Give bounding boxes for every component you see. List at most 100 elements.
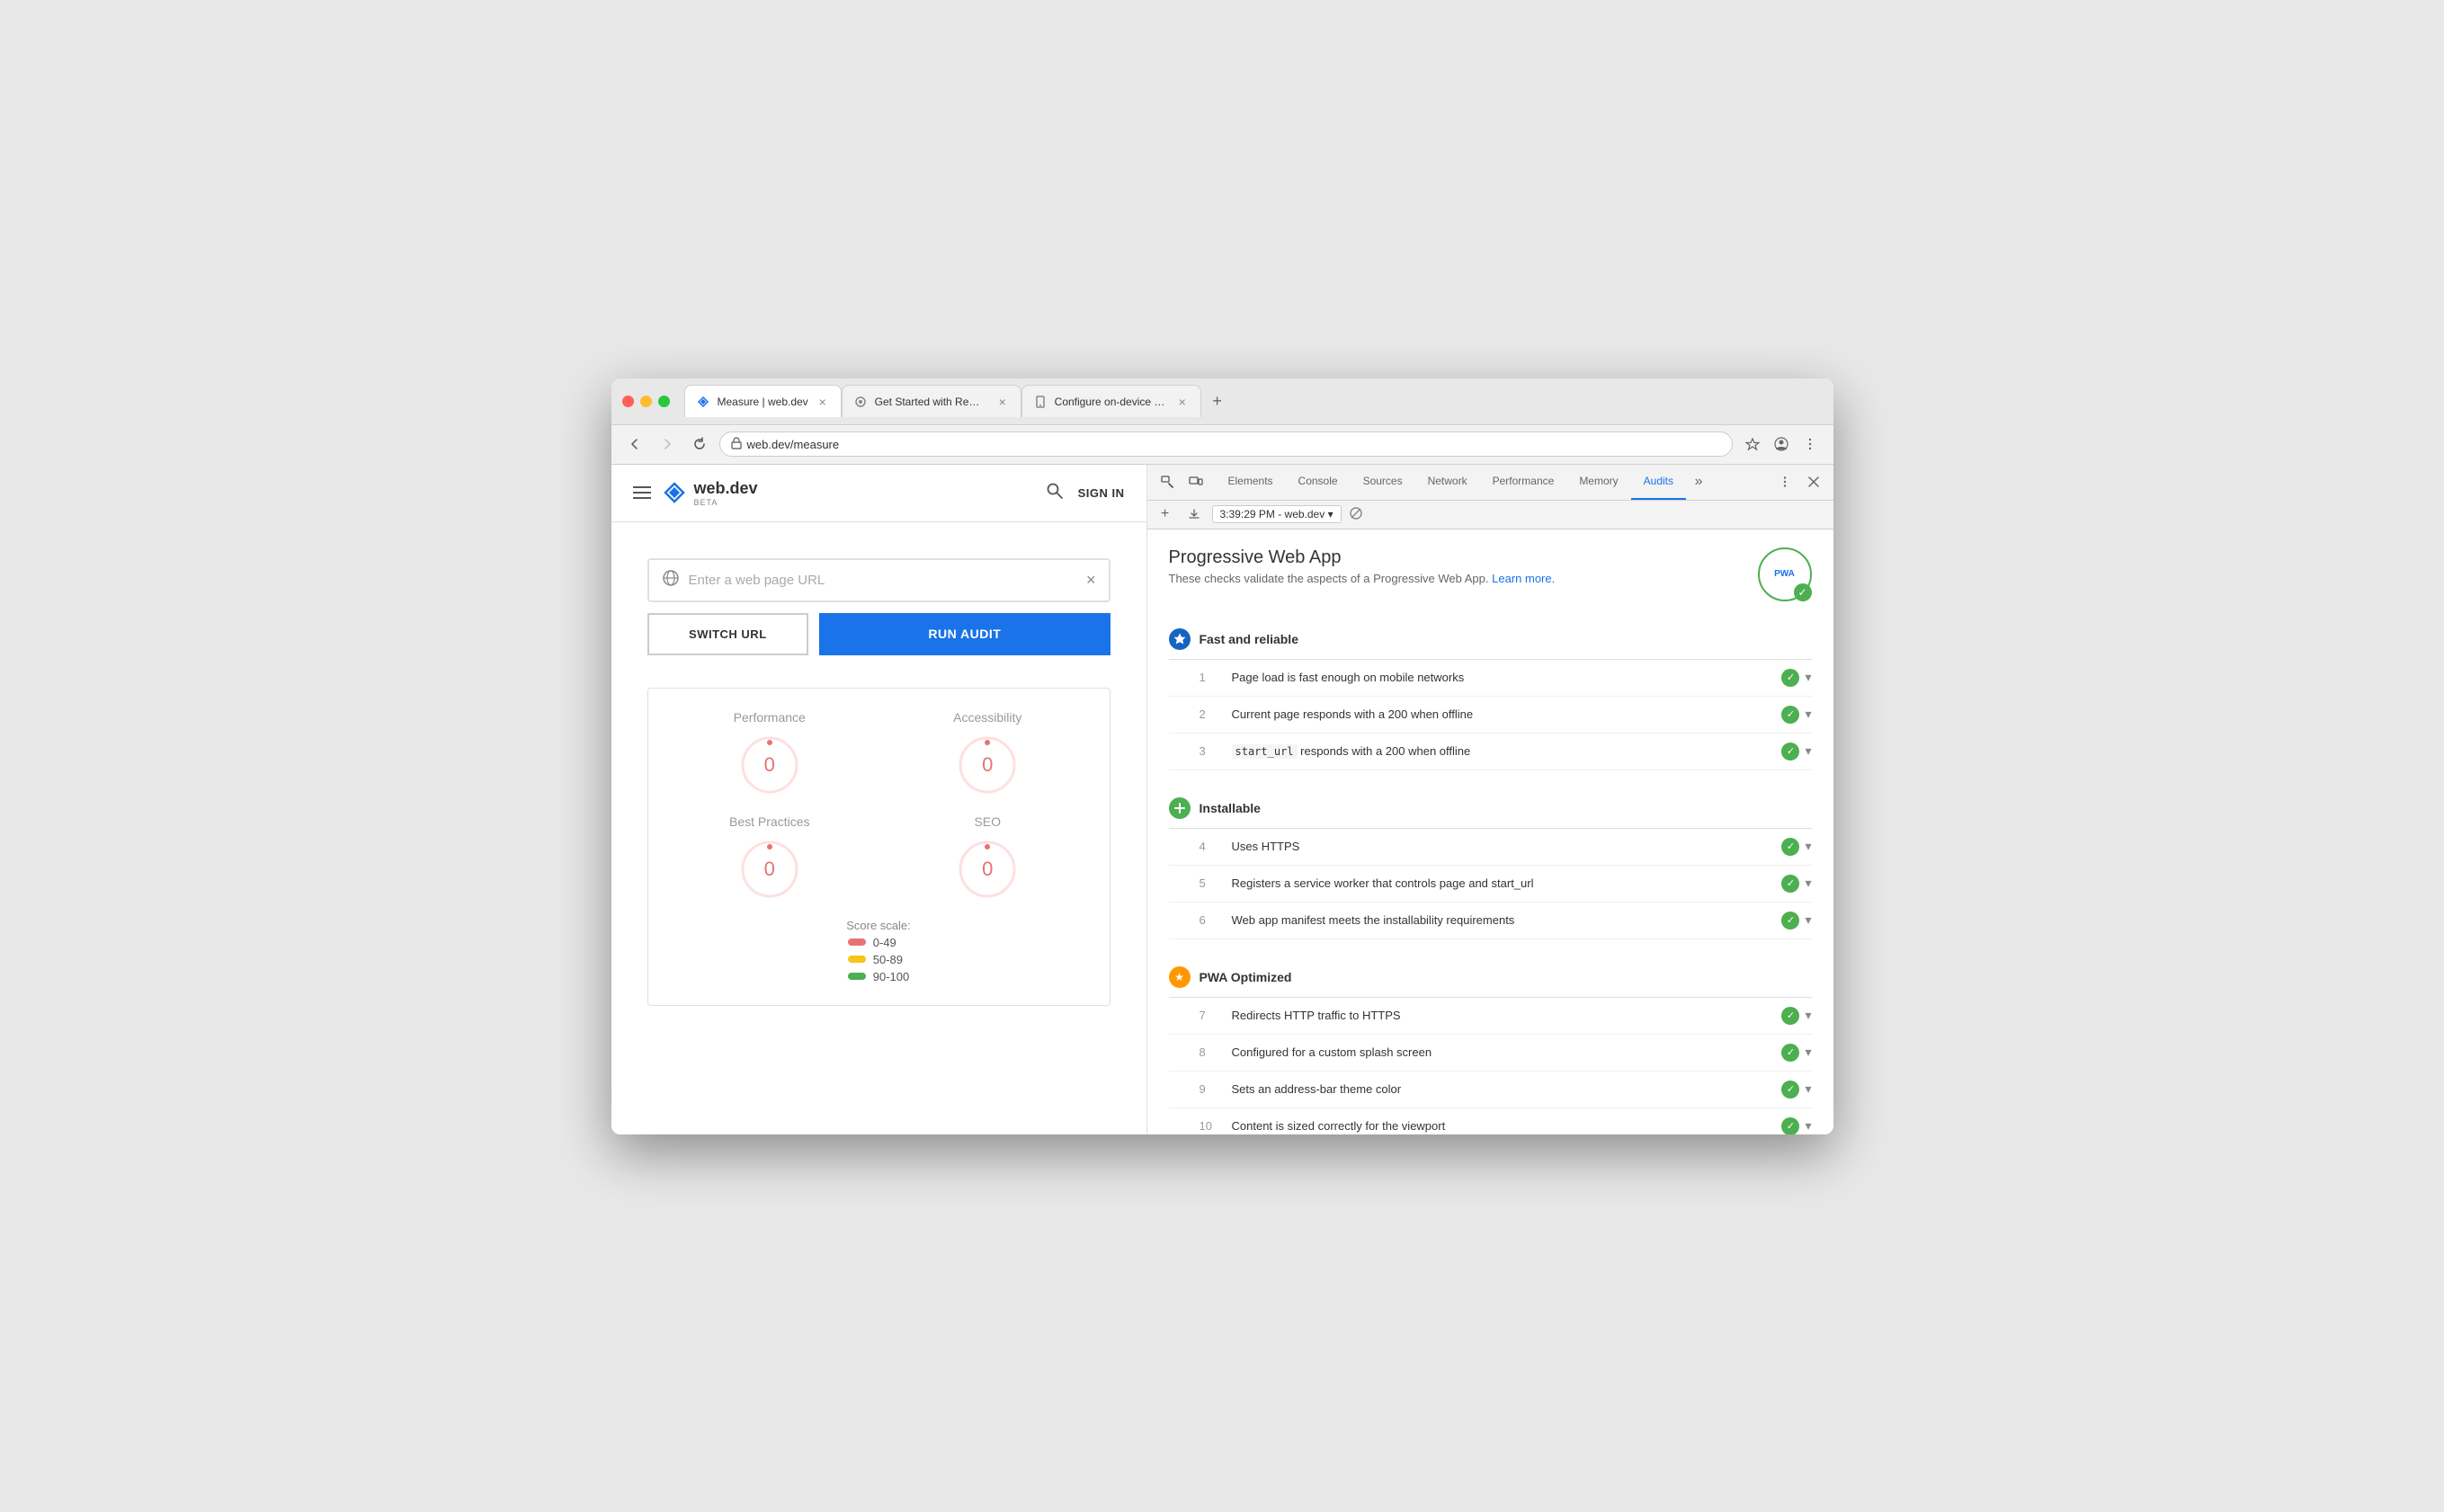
score-performance-circle: 0 [738,734,801,796]
download-button[interactable] [1183,503,1205,525]
score-best-practices-circle: 0 [738,838,801,901]
action-buttons: SWITCH URL RUN AUDIT [647,613,1111,655]
address-bar[interactable]: web.dev/measure [719,431,1733,457]
section-fast-reliable-header: Fast and reliable [1169,619,1812,660]
search-button[interactable] [1046,482,1064,504]
item-4-check: ✓ [1781,838,1799,856]
tab-console[interactable]: Console [1286,465,1351,501]
tab-device-favicon [1033,395,1048,409]
item-8-check: ✓ [1781,1044,1799,1062]
item-6-text: Web app manifest meets the installabilit… [1232,913,1782,927]
audit-item-4: 4 Uses HTTPS ✓ ▾ [1169,829,1812,866]
scale-item-red: 0-49 [848,936,896,949]
installable-icon [1169,797,1191,819]
forward-button[interactable] [655,431,680,457]
hamburger-line [633,492,651,494]
pwa-optimized-icon: ★ [1169,966,1191,988]
item-6-chevron[interactable]: ▾ [1805,912,1811,928]
more-tabs-button[interactable]: » [1686,469,1711,494]
item-10-check: ✓ [1781,1117,1799,1134]
devtools-more-button[interactable] [1772,469,1797,494]
item-10-chevron[interactable]: ▾ [1805,1118,1811,1134]
item-7-check: ✓ [1781,1007,1799,1025]
left-panel: web.dev BETA SIGN IN [611,465,1147,1134]
clear-url-button[interactable]: × [1086,571,1096,590]
profile-button[interactable] [1769,431,1794,457]
sign-in-button[interactable]: SIGN IN [1078,486,1125,500]
minimize-traffic-light[interactable] [640,396,652,407]
item-5-chevron[interactable]: ▾ [1805,876,1811,891]
score-best-practices-label: Best Practices [729,814,809,829]
session-text: 3:39:29 PM - web.dev ▾ [1220,508,1333,520]
item-2-text: Current page responds with a 200 when of… [1232,707,1782,721]
url-section: × SWITCH URL RUN AUDIT [611,522,1146,673]
session-selector[interactable]: 3:39:29 PM - web.dev ▾ [1212,505,1342,523]
title-bar: Measure | web.dev × Get Started with Rem… [611,378,1833,425]
back-button[interactable] [622,431,647,457]
device-toggle-button[interactable] [1183,469,1209,494]
devtools-close-button[interactable] [1801,469,1826,494]
audit-item-8: 8 Configured for a custom splash screen … [1169,1035,1812,1072]
item-4-chevron[interactable]: ▾ [1805,839,1811,854]
devtools-right-controls [1772,469,1826,494]
scale-label: Score scale: [846,919,911,932]
item-2-chevron[interactable]: ▾ [1805,707,1811,722]
item-2-num: 2 [1200,707,1218,721]
scores-section: Performance 0 Accessibility [647,688,1111,1006]
tab-network[interactable]: Network [1415,465,1480,501]
scores-grid: Performance 0 Accessibility [670,710,1088,901]
item-1-chevron[interactable]: ▾ [1805,670,1811,685]
add-tab-button[interactable]: + [1205,388,1230,414]
url-input[interactable] [689,573,1077,588]
section-fast-reliable-title: Fast and reliable [1200,632,1298,646]
audit-item-1: 1 Page load is fast enough on mobile net… [1169,660,1812,697]
tab-measure[interactable]: Measure | web.dev × [684,385,842,417]
new-audit-button[interactable]: + [1155,503,1176,525]
scale-range-red: 0-49 [873,936,896,949]
switch-url-button[interactable]: SWITCH URL [647,613,809,655]
run-audit-button[interactable]: RUN AUDIT [819,613,1110,655]
tab-elements[interactable]: Elements [1216,465,1286,501]
score-performance-value: 0 [764,753,775,777]
tab-remote[interactable]: Get Started with Remote Debu... × [842,385,1021,417]
item-9-chevron[interactable]: ▾ [1805,1081,1811,1097]
item-7-chevron[interactable]: ▾ [1805,1008,1811,1023]
hamburger-menu[interactable] [633,482,655,503]
tab-performance[interactable]: Performance [1480,465,1567,501]
item-3-chevron[interactable]: ▾ [1805,743,1811,759]
section-pwa-optimized-header: ★ PWA Optimized [1169,957,1812,998]
score-seo-label: SEO [974,814,1001,829]
devtools-secondary-bar: + 3:39:29 PM - web.dev ▾ [1147,501,1833,529]
tab-measure-close[interactable]: × [816,395,830,409]
tab-memory[interactable]: Memory [1566,465,1630,501]
tab-remote-close[interactable]: × [995,395,1010,409]
tab-measure-title: Measure | web.dev [718,396,808,408]
item-8-num: 8 [1200,1045,1218,1059]
maximize-traffic-light[interactable] [658,396,670,407]
refresh-button[interactable] [687,431,712,457]
nav-bar: web.dev/measure [611,425,1833,465]
tab-audits[interactable]: Audits [1631,465,1686,501]
clear-session-button[interactable] [1349,506,1363,523]
tab-device[interactable]: Configure on-device develope... × [1021,385,1201,417]
tab-sources[interactable]: Sources [1351,465,1415,501]
scale-item-green: 90-100 [848,970,909,983]
item-1-text: Page load is fast enough on mobile netwo… [1232,671,1782,684]
item-1-num: 1 [1200,671,1218,684]
close-traffic-light[interactable] [622,396,634,407]
hamburger-line [633,497,651,499]
more-options-button[interactable] [1797,431,1823,457]
browser-window: Measure | web.dev × Get Started with Rem… [611,378,1833,1134]
score-scale: Score scale: 0-49 50-89 90-100 [670,919,1088,983]
audit-item-5: 5 Registers a service worker that contro… [1169,866,1812,903]
item-8-chevron[interactable]: ▾ [1805,1045,1811,1060]
learn-more-link[interactable]: Learn more [1492,572,1551,585]
tab-device-close[interactable]: × [1175,395,1190,409]
scale-range-green: 90-100 [873,970,909,983]
inspect-element-button[interactable] [1155,469,1180,494]
devtools-tabs: Elements Console Sources Network Perform… [1216,465,1772,501]
bookmark-star-button[interactable] [1740,431,1765,457]
item-10-num: 10 [1200,1119,1218,1133]
score-seo: SEO 0 [888,814,1088,901]
webdev-header: web.dev BETA SIGN IN [611,465,1146,522]
